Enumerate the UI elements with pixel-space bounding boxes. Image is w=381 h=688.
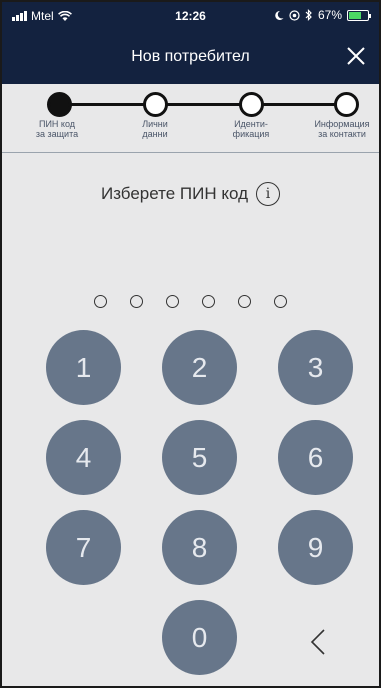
battery-icon: [347, 9, 371, 21]
keypad-key-1[interactable]: 1: [46, 330, 121, 405]
pin-digit-dot: [94, 295, 107, 308]
keypad-key-5[interactable]: 5: [162, 420, 237, 495]
pin-digit-dot: [130, 295, 143, 308]
close-button[interactable]: [343, 43, 369, 69]
keypad-key-9[interactable]: 9: [278, 510, 353, 585]
step-indicator-pin: [47, 92, 72, 117]
header: Нов потребител: [2, 30, 379, 84]
app-screen: Mtel 12:26 67% Нов потребител ПИН код за…: [0, 0, 381, 688]
divider: [2, 152, 379, 153]
pin-digit-dot: [238, 295, 251, 308]
step-label-line: Лични: [142, 119, 168, 129]
keypad-key-0[interactable]: 0: [162, 600, 237, 675]
battery-percent: 67%: [317, 8, 342, 22]
keypad-key-6[interactable]: 6: [278, 420, 353, 495]
battery-fill: [349, 11, 362, 19]
keypad-key-8[interactable]: 8: [162, 510, 237, 585]
status-right: 67%: [274, 8, 371, 22]
step-indicator-identification: [239, 92, 264, 117]
pin-digit-dot: [166, 295, 179, 308]
step-label-line: за защита: [35, 129, 79, 139]
status-bar: Mtel 12:26 67%: [2, 2, 379, 30]
do-not-disturb-icon: [275, 10, 284, 20]
keypad-key-2[interactable]: 2: [162, 330, 237, 405]
step-label-pin: ПИН код за защита: [17, 119, 97, 139]
step-label-personal-data: Лични данни: [115, 119, 195, 139]
page-title: Нов потребител: [131, 48, 250, 65]
step-label-line: Информация: [314, 119, 370, 129]
location-icon: [289, 9, 300, 21]
step-label-line: Иденти-: [234, 119, 268, 129]
step-label-line: данни: [142, 129, 168, 139]
pin-digit-dot: [202, 295, 215, 308]
pin-prompt-text: Изберете ПИН код: [100, 184, 248, 203]
stepper-line: [59, 103, 346, 106]
step-label-line: фикация: [232, 129, 270, 139]
step-label-line: ПИН код: [38, 119, 76, 129]
progress-stepper: ПИН код за защита Лични данни Иденти- фи…: [2, 84, 379, 154]
keypad-key-3[interactable]: 3: [278, 330, 353, 405]
step-label-line: за контакти: [318, 129, 366, 139]
step-indicator-contacts: [334, 92, 359, 117]
keypad-key-4[interactable]: 4: [46, 420, 121, 495]
pin-prompt: Изберете ПИН код i: [2, 182, 379, 206]
pin-dots: [2, 295, 379, 308]
bluetooth-icon: [305, 9, 312, 21]
keypad-key-7[interactable]: 7: [46, 510, 121, 585]
pin-digit-dot: [274, 295, 287, 308]
step-indicator-personal-data: [143, 92, 168, 117]
step-label-identification: Иденти- фикация: [211, 119, 291, 139]
info-icon[interactable]: i: [256, 182, 280, 206]
close-icon: [347, 47, 365, 65]
backspace-button[interactable]: [298, 622, 338, 662]
backspace-chevron-icon: [310, 629, 325, 655]
step-label-contacts: Информация за контакти: [302, 119, 379, 139]
